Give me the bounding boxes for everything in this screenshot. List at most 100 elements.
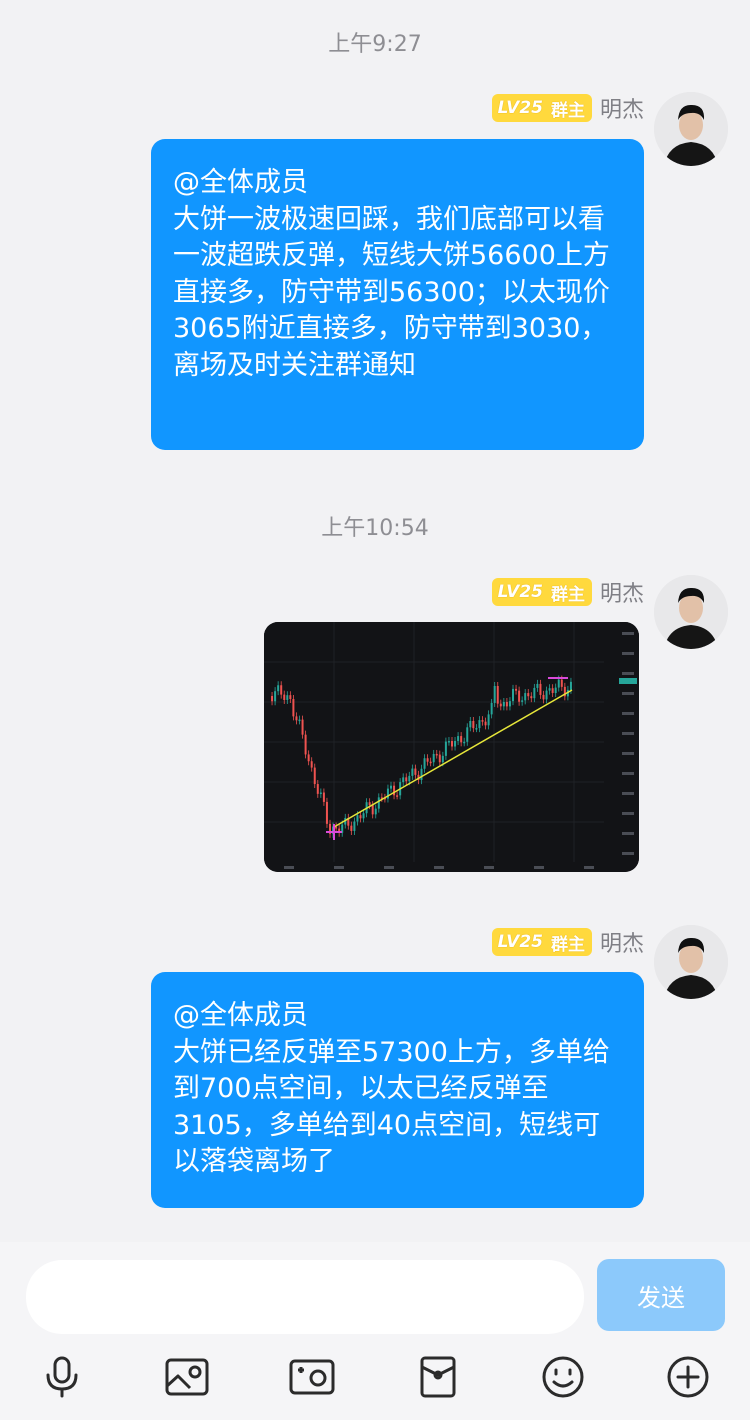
mention-text[interactable]: @全体成员 <box>173 998 622 1035</box>
mention-text[interactable]: @全体成员 <box>173 165 622 202</box>
send-button[interactable]: 发送 <box>597 1259 725 1331</box>
photo-icon[interactable] <box>162 1352 212 1402</box>
candle-body <box>374 808 377 815</box>
candle-body <box>286 695 289 700</box>
level-badge: LV25 群主 <box>491 928 592 956</box>
candle-body <box>490 702 493 715</box>
level-label: LV25 <box>491 94 549 122</box>
candle-body <box>319 792 322 795</box>
candle-body <box>298 719 301 722</box>
candle-body <box>536 683 539 688</box>
role-label: 群主 <box>548 578 592 606</box>
candle-body <box>515 688 518 691</box>
candle-body <box>484 721 487 726</box>
candle-body <box>463 741 466 744</box>
candle-body <box>505 701 508 707</box>
avatar[interactable] <box>654 575 728 649</box>
candle-body <box>283 694 286 700</box>
candle-body <box>560 679 563 687</box>
candle-body <box>554 687 557 694</box>
candle-body <box>460 736 463 743</box>
candle-body <box>274 691 277 702</box>
red-packet-icon[interactable] <box>413 1352 463 1402</box>
candle-body <box>542 694 545 700</box>
candle-body <box>325 801 328 824</box>
candle-body <box>499 703 502 707</box>
candle-body <box>527 693 530 697</box>
candle-body <box>390 785 392 789</box>
candle-body <box>518 690 521 702</box>
candle-body <box>493 685 496 703</box>
sender-info: LV25 群主 明杰 <box>491 926 644 958</box>
candle-body <box>512 688 514 702</box>
sender-name[interactable]: 明杰 <box>600 926 644 958</box>
candle-body <box>280 685 283 695</box>
candlestick-chart-image <box>264 622 639 872</box>
sender-info: LV25 群主 明杰 <box>491 576 644 608</box>
plus-icon[interactable] <box>663 1352 713 1402</box>
sender-name[interactable]: 明杰 <box>600 576 644 608</box>
candle-body <box>371 805 374 815</box>
candle-body <box>557 679 560 688</box>
candle-body <box>539 683 542 695</box>
candle-body <box>359 815 362 819</box>
candle-body <box>441 755 444 763</box>
emoji-icon[interactable] <box>538 1352 588 1402</box>
candle-body <box>295 716 298 721</box>
candle-body <box>472 720 475 729</box>
candle-body <box>313 767 316 785</box>
candle-body <box>569 681 572 690</box>
candle-body <box>356 815 359 822</box>
candle-body <box>469 720 472 728</box>
candle-body <box>277 685 280 692</box>
message-bubble[interactable]: @全体成员 大饼一波极速回踩，我们底部可以看一波超跌反弹，短线大饼56600上方… <box>151 139 644 450</box>
candle-body <box>438 754 441 763</box>
sender-info: LV25 群主 明杰 <box>491 92 644 124</box>
candle-body <box>289 695 292 699</box>
candle-body <box>408 775 411 782</box>
candle-body <box>423 758 426 769</box>
avatar[interactable] <box>654 925 728 999</box>
candle-body <box>368 802 371 806</box>
candle-body <box>447 741 450 743</box>
candle-body <box>411 768 414 776</box>
candle-body <box>457 736 460 741</box>
candle-body <box>353 821 356 831</box>
candle-body <box>508 701 511 707</box>
message-input[interactable] <box>26 1260 584 1334</box>
candle-body <box>310 761 313 768</box>
candle-body <box>451 741 453 747</box>
candle-body <box>475 728 478 730</box>
candle-body <box>524 693 527 701</box>
composer-bar: 发送 <box>0 1242 750 1420</box>
candle-body <box>350 825 353 831</box>
candle-body <box>301 719 304 735</box>
level-badge: LV25 群主 <box>491 94 592 122</box>
candle-body <box>487 714 490 726</box>
timestamp: 上午10:54 <box>321 516 429 541</box>
candle-body <box>429 761 432 764</box>
candle-body <box>377 797 380 809</box>
level-badge: LV25 群主 <box>491 578 592 606</box>
candle-body <box>521 700 524 702</box>
candle-body <box>362 813 365 819</box>
microphone-icon[interactable] <box>37 1352 87 1402</box>
camera-icon[interactable] <box>287 1352 337 1402</box>
candle-body <box>548 688 551 691</box>
sender-name[interactable]: 明杰 <box>600 92 644 124</box>
candle-body <box>307 754 310 762</box>
candle-body <box>322 792 325 802</box>
candle-body <box>426 758 429 762</box>
candle-body <box>530 696 533 699</box>
avatar[interactable] <box>654 92 728 166</box>
image-message[interactable] <box>264 622 639 872</box>
candle-body <box>502 701 505 707</box>
candle-body <box>551 688 554 694</box>
level-label: LV25 <box>491 928 549 956</box>
candle-body <box>304 734 307 755</box>
candle-body <box>435 753 438 756</box>
message-bubble[interactable]: @全体成员 大饼已经反弹至57300上方，多单给到700点空间，以太已经反弹至3… <box>151 972 644 1208</box>
candle-body <box>454 740 457 747</box>
candle-body <box>545 690 548 700</box>
candle-body <box>402 777 405 783</box>
